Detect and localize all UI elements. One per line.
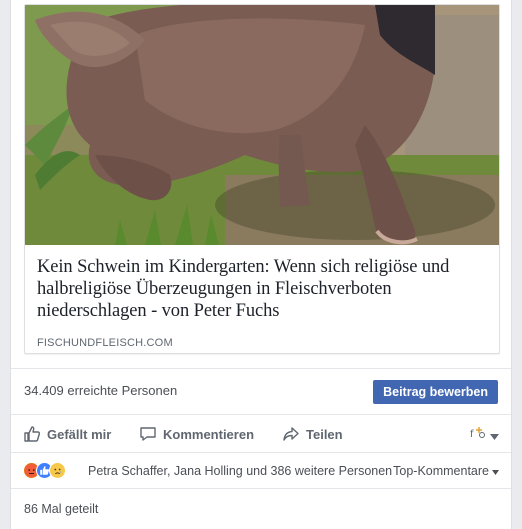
action-bar: Gefällt mir Kommentieren Teilen f bbox=[11, 415, 511, 453]
reach-count[interactable]: 34.409 erreichte Personen bbox=[24, 383, 177, 398]
speech-bubble-icon bbox=[139, 425, 157, 443]
svg-text:f: f bbox=[470, 429, 474, 440]
audience-selector[interactable]: f bbox=[470, 426, 499, 445]
link-preview[interactable]: Kein Schwein im Kindergarten: Wenn sich … bbox=[24, 4, 500, 354]
reaction-icons[interactable] bbox=[23, 462, 66, 479]
reactors-text[interactable]: Petra Schaffer, Jana Holling und 386 wei… bbox=[88, 464, 392, 478]
like-label: Gefällt mir bbox=[47, 426, 112, 442]
comment-button[interactable]: Kommentieren bbox=[139, 423, 254, 445]
share-count[interactable]: 86 Mal geteilt bbox=[24, 502, 98, 516]
thumbs-up-icon bbox=[23, 425, 41, 443]
insights-bar: 34.409 erreichte Personen Beitrag bewerb… bbox=[11, 368, 511, 415]
reactions-bar: Petra Schaffer, Jana Holling und 386 wei… bbox=[11, 453, 511, 489]
link-preview-text[interactable]: Kein Schwein im Kindergarten: Wenn sich … bbox=[25, 245, 499, 353]
shares-bar: 86 Mal geteilt bbox=[11, 489, 511, 529]
share-label: Teilen bbox=[306, 426, 343, 442]
share-arrow-icon bbox=[282, 425, 300, 443]
like-button[interactable]: Gefällt mir bbox=[23, 423, 111, 445]
boost-post-button[interactable]: Beitrag bewerben bbox=[373, 380, 498, 404]
chevron-down-icon bbox=[492, 464, 499, 478]
chevron-down-icon bbox=[490, 427, 499, 445]
link-domain: FISCHUNDFLEISCH.COM bbox=[37, 337, 173, 349]
post-card: Kein Schwein im Kindergarten: Wenn sich … bbox=[10, 0, 512, 529]
sad-reaction-icon bbox=[49, 462, 66, 479]
comment-label: Kommentieren bbox=[163, 426, 255, 442]
link-headline[interactable]: Kein Schwein im Kindergarten: Wenn sich … bbox=[37, 256, 489, 322]
share-button[interactable]: Teilen bbox=[282, 423, 343, 445]
comment-sort-label: Top-Kommentare bbox=[393, 464, 489, 478]
comment-sort-dropdown[interactable]: Top-Kommentare bbox=[393, 464, 499, 478]
link-preview-image[interactable] bbox=[25, 5, 499, 245]
page-audience-icon: f bbox=[470, 426, 486, 445]
